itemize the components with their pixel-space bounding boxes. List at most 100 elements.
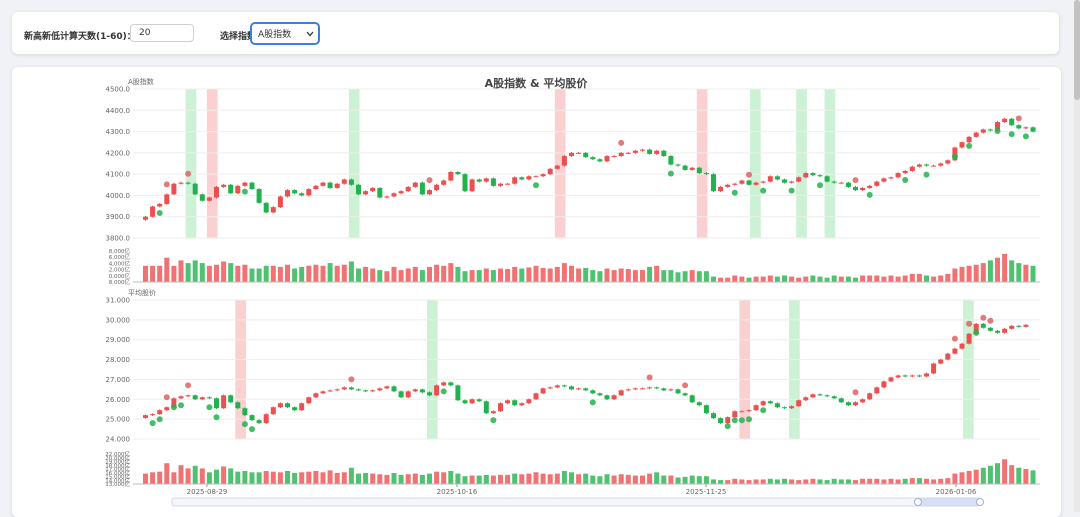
chart-panel: A股指数 & 平均股价 A股指数 4500.0 4400.0 4300.0 4200.0 4… (12, 67, 1061, 517)
candle-body (192, 183, 198, 195)
new-low-marker (533, 182, 539, 189)
candle-body (206, 197, 212, 201)
volume-bar (838, 276, 844, 282)
volume-bar (341, 264, 347, 282)
volume-bar (625, 474, 631, 484)
volume-bar (909, 478, 915, 484)
candle-body (966, 136, 972, 143)
new-high-marker (987, 317, 994, 324)
candle-body (959, 343, 965, 349)
volume-bar (881, 276, 887, 282)
candle-body (185, 182, 191, 184)
candle-body (604, 395, 610, 400)
datazoom-slider[interactable] (171, 497, 984, 507)
chart-title: A股指数 & 平均股价 (485, 76, 589, 90)
volume-bar (838, 479, 844, 484)
candle-body (462, 400, 468, 404)
datazoom-handle[interactable] (914, 498, 922, 506)
volume-bar (519, 474, 525, 484)
candle-body (902, 375, 908, 377)
volume-bar (427, 266, 432, 282)
volume-bar (987, 260, 993, 282)
volume-bar (583, 267, 589, 282)
candle-body (860, 399, 866, 403)
new-high-marker (852, 177, 859, 184)
volume-bar (320, 265, 326, 282)
volume-bar (909, 273, 915, 282)
volume-bar (483, 474, 489, 484)
datazoom-window[interactable] (918, 498, 980, 506)
volume-bar (1002, 459, 1008, 484)
candle-body (746, 410, 752, 412)
volume-bar (845, 479, 851, 484)
candle-body (803, 397, 809, 401)
candle-body (980, 323, 986, 328)
candle-body (285, 403, 290, 408)
volume-bar (916, 273, 922, 282)
datazoom-handle[interactable] (976, 498, 984, 506)
volume-bar (540, 267, 546, 282)
new-low-marker (170, 404, 177, 411)
y-axis-label: A股指数 (128, 77, 154, 86)
volume-bar (696, 271, 702, 282)
candle-body (1023, 127, 1029, 129)
volume-bar (746, 480, 752, 484)
candle-body (256, 189, 262, 203)
page-scrollbar[interactable] (1074, 0, 1080, 512)
candle-body (682, 165, 688, 170)
days-input[interactable] (130, 24, 194, 42)
new-low-marker (490, 417, 497, 424)
candle-body (263, 202, 269, 213)
volume-bar (285, 471, 290, 484)
volume-bar (725, 480, 731, 484)
volume-bar (427, 473, 432, 484)
new-low-marker (213, 414, 220, 421)
candle-body (973, 132, 979, 137)
volume-bar (299, 266, 305, 282)
candle-body (313, 185, 319, 190)
candle-body (952, 348, 958, 354)
new-high-marker (682, 382, 689, 389)
candle-body (817, 394, 823, 396)
volume-bar (540, 473, 546, 484)
candle-body (526, 176, 532, 180)
candle-body (270, 407, 276, 415)
y-tick-label: 27.000 (106, 376, 131, 384)
candle-body (824, 395, 830, 397)
candle-body (143, 216, 148, 220)
new-high-band (750, 89, 761, 238)
candle-body (242, 182, 248, 186)
candle-body (178, 396, 184, 399)
candle-body (377, 187, 383, 198)
candle-body (412, 182, 418, 187)
candle-body (987, 327, 993, 331)
candle-body (242, 408, 248, 416)
new-low-marker (206, 404, 213, 411)
volume-bar (462, 476, 468, 484)
volume-bar (668, 475, 674, 484)
volume-bar (419, 474, 425, 484)
page-scrollbar-thumb[interactable] (1074, 0, 1080, 100)
volume-bar (519, 268, 525, 282)
volume-bar (476, 270, 482, 282)
volume-bar (469, 475, 475, 484)
candle-body (647, 149, 653, 154)
candle-body (640, 388, 645, 390)
volume-bar (711, 276, 716, 282)
volume-bar (774, 479, 780, 484)
datazoom-track[interactable] (171, 497, 981, 507)
volume-bar (767, 275, 773, 282)
candle-body (675, 389, 681, 394)
candle-body (405, 186, 411, 192)
volume-bar (270, 471, 276, 484)
candle-body (249, 182, 255, 190)
index-select[interactable]: A股指数 (251, 23, 319, 44)
candle-body (561, 385, 567, 387)
candle-body (1023, 324, 1029, 327)
candle-body (285, 190, 290, 197)
volume-bar (590, 475, 596, 484)
candle-body (569, 152, 574, 157)
y-tick-label: 4500.0 (106, 86, 131, 94)
volume-bar (192, 465, 198, 484)
candle-body (490, 411, 496, 414)
